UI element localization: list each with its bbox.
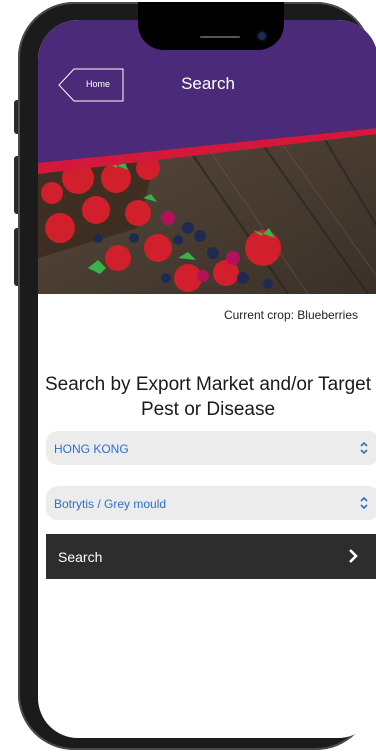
- search-button-label: Search: [58, 549, 103, 565]
- phone-frame: Home Search Current crop: Blueberries Se…: [18, 2, 376, 750]
- page-title: Search: [181, 74, 235, 93]
- chevron-updown-icon: [360, 441, 368, 455]
- export-market-select[interactable]: HONG KONG: [46, 431, 376, 465]
- search-headline: Search by Export Market and/or Target Pe…: [45, 374, 371, 420]
- chevron-updown-icon: [360, 496, 368, 510]
- chevron-right-icon: [349, 549, 358, 563]
- screen: Home Search Current crop: Blueberries Se…: [38, 20, 376, 738]
- search-button[interactable]: Search: [46, 534, 376, 579]
- speaker-icon: [200, 36, 240, 38]
- notch: [138, 2, 284, 50]
- target-pest-select[interactable]: Botrytis / Grey mould: [46, 486, 376, 520]
- target-pest-value: Botrytis / Grey mould: [54, 497, 167, 511]
- current-crop-label: Current crop: Blueberries: [223, 308, 358, 322]
- export-market-value: HONG KONG: [54, 442, 129, 456]
- camera-icon: [258, 32, 266, 40]
